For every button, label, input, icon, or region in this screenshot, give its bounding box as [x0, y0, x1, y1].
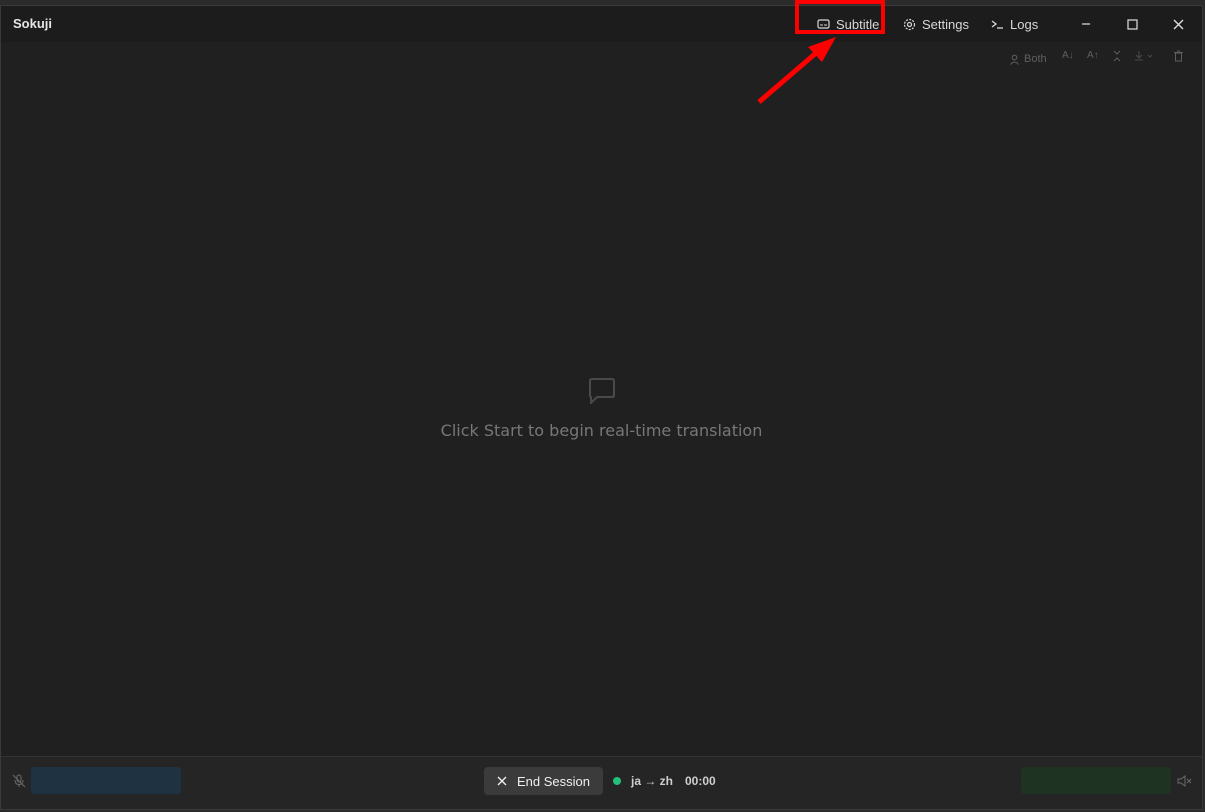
- minimize-button[interactable]: [1074, 12, 1098, 36]
- end-session-label: End Session: [517, 773, 590, 789]
- session-timer: 00:00: [685, 774, 716, 788]
- settings-label: Settings: [922, 16, 969, 32]
- end-session-button[interactable]: End Session: [484, 767, 603, 795]
- mic-level-meter: [31, 767, 181, 794]
- maximize-icon: [1126, 18, 1138, 30]
- subtitle-button[interactable]: Subtitle: [817, 11, 879, 37]
- mic-muted-icon[interactable]: [12, 774, 26, 793]
- trash-icon[interactable]: [1173, 50, 1184, 65]
- app-window: Sokuji Subtitle Settings Logs Both A↓ A↑…: [0, 5, 1203, 810]
- session-footer: End Session ja → zh 00:00: [1, 756, 1202, 809]
- minimize-icon: [1082, 23, 1090, 25]
- title-bar[interactable]: Sokuji Subtitle Settings Logs: [1, 6, 1202, 42]
- font-decrease-icon[interactable]: A↓: [1062, 50, 1074, 61]
- chat-bubble-icon: [588, 378, 615, 404]
- speaker-filter-label: Both: [1024, 53, 1047, 65]
- download-icon[interactable]: [1134, 50, 1154, 65]
- collapse-icon[interactable]: [1112, 50, 1122, 65]
- settings-button[interactable]: Settings: [903, 11, 969, 37]
- subtitle-icon: [817, 18, 830, 30]
- maximize-button[interactable]: [1120, 12, 1144, 36]
- close-icon: [497, 776, 507, 786]
- language-pair: ja → zh: [631, 774, 674, 788]
- terminal-icon: [991, 18, 1004, 30]
- font-increase-icon[interactable]: A↑: [1087, 50, 1099, 61]
- speaker-level-meter: [1021, 767, 1171, 794]
- session-status-indicator: [613, 777, 621, 785]
- speaker-muted-icon[interactable]: [1177, 774, 1193, 793]
- logs-button[interactable]: Logs: [991, 11, 1038, 37]
- person-icon: [1010, 54, 1019, 65]
- empty-state: Click Start to begin real-time translati…: [1, 376, 1202, 440]
- gear-icon: [903, 18, 916, 31]
- empty-message: Click Start to begin real-time translati…: [440, 421, 763, 440]
- speaker-filter-button[interactable]: Both: [1009, 50, 1047, 68]
- app-title: Sokuji: [13, 16, 53, 31]
- subtitle-label: Subtitle: [836, 16, 880, 32]
- logs-label: Logs: [1010, 16, 1039, 32]
- close-icon: [1173, 19, 1183, 29]
- close-button[interactable]: [1166, 12, 1190, 36]
